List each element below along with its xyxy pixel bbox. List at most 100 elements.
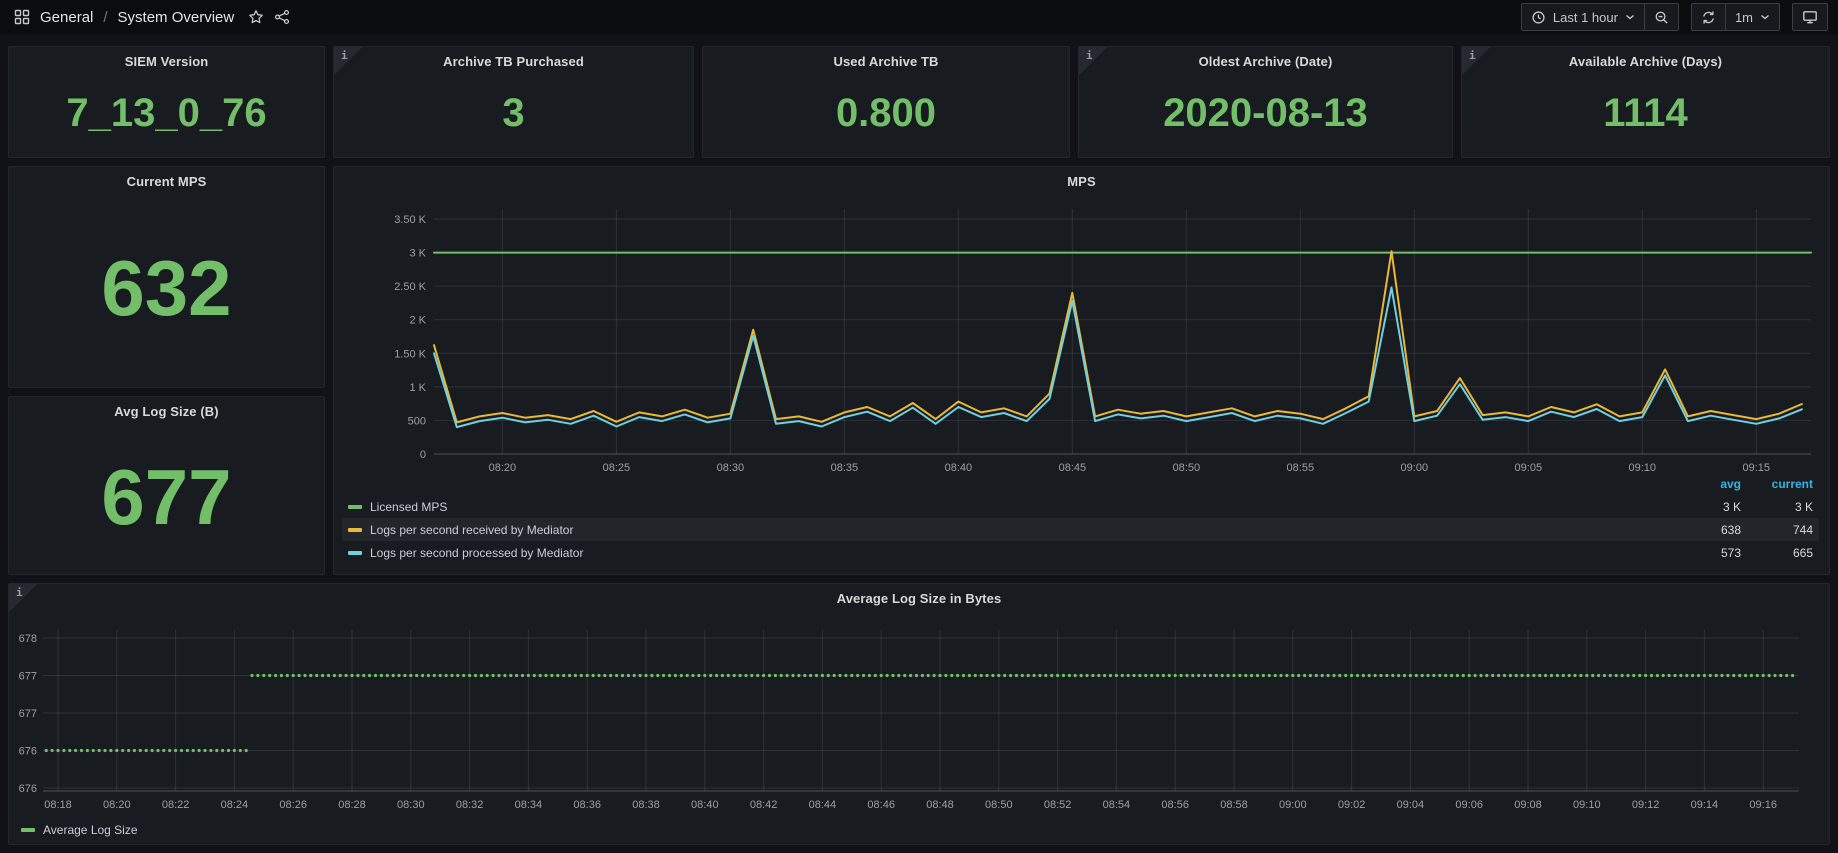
breadcrumb-dashboard-title[interactable]: System Overview bbox=[118, 9, 235, 26]
time-range-picker[interactable]: Last 1 hour bbox=[1521, 3, 1645, 31]
refresh-interval-picker[interactable]: 1m bbox=[1725, 3, 1780, 31]
svg-text:08:18: 08:18 bbox=[44, 799, 72, 811]
svg-text:1 K: 1 K bbox=[409, 382, 426, 394]
apps-grid-icon[interactable] bbox=[14, 9, 30, 25]
svg-text:678: 678 bbox=[19, 633, 37, 645]
navbar: General / System Overview bbox=[0, 0, 1838, 34]
svg-text:09:10: 09:10 bbox=[1573, 799, 1601, 811]
panel-mps-chart: MPS 08:2008:2508:3008:3508:4008:4508:500… bbox=[333, 166, 1830, 575]
refresh-button[interactable] bbox=[1691, 3, 1726, 31]
breadcrumb-folder[interactable]: General bbox=[40, 9, 93, 26]
chevron-down-icon bbox=[1625, 13, 1635, 21]
series-avg-value: 3 K bbox=[1675, 500, 1747, 514]
series-avg-value: 638 bbox=[1675, 523, 1747, 537]
zoom-out-button[interactable] bbox=[1644, 3, 1679, 31]
svg-text:08:38: 08:38 bbox=[632, 799, 660, 811]
series-swatch-received bbox=[348, 528, 362, 532]
svg-text:08:40: 08:40 bbox=[691, 799, 719, 811]
svg-text:677: 677 bbox=[19, 708, 37, 720]
series-label: Logs per second processed by Mediator bbox=[370, 546, 583, 560]
svg-text:09:12: 09:12 bbox=[1632, 799, 1660, 811]
svg-text:08:24: 08:24 bbox=[221, 799, 249, 811]
mps-legend: avg current Licensed MPS 3 K 3 K Logs pe… bbox=[342, 472, 1819, 564]
svg-text:676: 676 bbox=[19, 746, 37, 758]
svg-text:08:22: 08:22 bbox=[162, 799, 190, 811]
panel-title[interactable]: Oldest Archive (Date) bbox=[1079, 54, 1452, 69]
star-icon[interactable] bbox=[248, 9, 264, 25]
stat-value: 2020-08-13 bbox=[1079, 73, 1452, 153]
panel-average-log-size-chart: i Average Log Size in Bytes 08:1808:2008… bbox=[8, 583, 1830, 845]
stat-value: 632 bbox=[9, 193, 324, 383]
panel-used-archive-tb: Used Archive TB 0.800 bbox=[702, 46, 1070, 158]
svg-text:500: 500 bbox=[408, 415, 426, 427]
avg-log-size-legend[interactable]: Average Log Size bbox=[21, 823, 138, 837]
svg-text:08:36: 08:36 bbox=[573, 799, 601, 811]
svg-text:3.50 K: 3.50 K bbox=[394, 214, 426, 226]
series-swatch-licensed bbox=[348, 505, 362, 509]
series-swatch-avg-log-size bbox=[21, 828, 35, 832]
svg-text:08:58: 08:58 bbox=[1220, 799, 1248, 811]
time-range-label: Last 1 hour bbox=[1553, 10, 1618, 25]
panel-title[interactable]: Available Archive (Days) bbox=[1462, 54, 1829, 69]
legend-row-licensed-mps: Licensed MPS 3 K 3 K bbox=[342, 495, 1819, 518]
legend-col-avg[interactable]: avg bbox=[1675, 477, 1747, 491]
series-current-value: 665 bbox=[1747, 546, 1819, 560]
share-icon[interactable] bbox=[274, 9, 290, 25]
legend-row-processed: Logs per second processed by Mediator 57… bbox=[342, 541, 1819, 564]
svg-text:08:48: 08:48 bbox=[926, 799, 954, 811]
clock-icon bbox=[1531, 10, 1546, 25]
panel-title[interactable]: Used Archive TB bbox=[703, 54, 1069, 69]
panel-current-mps: Current MPS 632 bbox=[8, 166, 325, 388]
panel-title[interactable]: Avg Log Size (B) bbox=[9, 404, 324, 419]
stat-value: 7_13_0_76 bbox=[9, 73, 324, 153]
svg-text:09:06: 09:06 bbox=[1455, 799, 1483, 811]
svg-text:08:30: 08:30 bbox=[397, 799, 425, 811]
zoom-out-icon bbox=[1654, 10, 1669, 25]
panel-title[interactable]: SIEM Version bbox=[9, 54, 324, 69]
breadcrumb-separator: / bbox=[103, 9, 107, 26]
panel-oldest-archive-date: i Oldest Archive (Date) 2020-08-13 bbox=[1078, 46, 1453, 158]
panel-title[interactable]: Current MPS bbox=[9, 174, 324, 189]
svg-text:09:04: 09:04 bbox=[1397, 799, 1425, 811]
refresh-icon bbox=[1701, 10, 1716, 25]
panel-available-archive-days: i Available Archive (Days) 1114 bbox=[1461, 46, 1830, 158]
series-label: Average Log Size bbox=[43, 823, 138, 837]
series-avg-value: 573 bbox=[1675, 546, 1747, 560]
refresh-interval-label: 1m bbox=[1735, 10, 1753, 25]
svg-text:08:28: 08:28 bbox=[338, 799, 366, 811]
svg-text:1.50 K: 1.50 K bbox=[394, 348, 426, 360]
series-current-value: 3 K bbox=[1747, 500, 1819, 514]
series-swatch-processed bbox=[348, 551, 362, 555]
svg-text:09:14: 09:14 bbox=[1691, 799, 1719, 811]
series-label: Logs per second received by Mediator bbox=[370, 523, 573, 537]
svg-text:08:56: 08:56 bbox=[1161, 799, 1189, 811]
kiosk-mode-button[interactable] bbox=[1792, 3, 1828, 31]
panel-avg-log-size: Avg Log Size (B) 677 bbox=[8, 396, 325, 575]
legend-header-row: avg current bbox=[342, 472, 1819, 495]
monitor-icon bbox=[1802, 9, 1818, 25]
avg-log-size-plot[interactable]: 08:1808:2008:2208:2408:2608:2808:3008:32… bbox=[9, 584, 1829, 844]
svg-text:08:46: 08:46 bbox=[867, 799, 895, 811]
svg-text:2.50 K: 2.50 K bbox=[394, 281, 426, 293]
grafana-dashboard: General / System Overview bbox=[0, 0, 1838, 853]
stat-value: 677 bbox=[9, 423, 324, 570]
svg-text:676: 676 bbox=[19, 783, 37, 795]
svg-text:08:54: 08:54 bbox=[1103, 799, 1131, 811]
svg-text:09:08: 09:08 bbox=[1514, 799, 1542, 811]
legend-col-current[interactable]: current bbox=[1747, 477, 1819, 491]
stat-value: 1114 bbox=[1462, 73, 1829, 153]
svg-text:08:32: 08:32 bbox=[456, 799, 484, 811]
legend-row-received: Logs per second received by Mediator 638… bbox=[342, 518, 1819, 541]
stat-value: 0.800 bbox=[703, 73, 1069, 153]
svg-text:09:16: 09:16 bbox=[1749, 799, 1777, 811]
panel-siem-version: SIEM Version 7_13_0_76 bbox=[8, 46, 325, 158]
panel-title[interactable]: Archive TB Purchased bbox=[334, 54, 693, 69]
svg-text:08:26: 08:26 bbox=[279, 799, 307, 811]
svg-text:08:52: 08:52 bbox=[1044, 799, 1072, 811]
svg-text:09:02: 09:02 bbox=[1338, 799, 1366, 811]
svg-text:08:34: 08:34 bbox=[515, 799, 543, 811]
series-label: Licensed MPS bbox=[370, 500, 447, 514]
svg-text:08:50: 08:50 bbox=[985, 799, 1013, 811]
svg-text:0: 0 bbox=[420, 449, 426, 461]
svg-text:09:00: 09:00 bbox=[1279, 799, 1307, 811]
